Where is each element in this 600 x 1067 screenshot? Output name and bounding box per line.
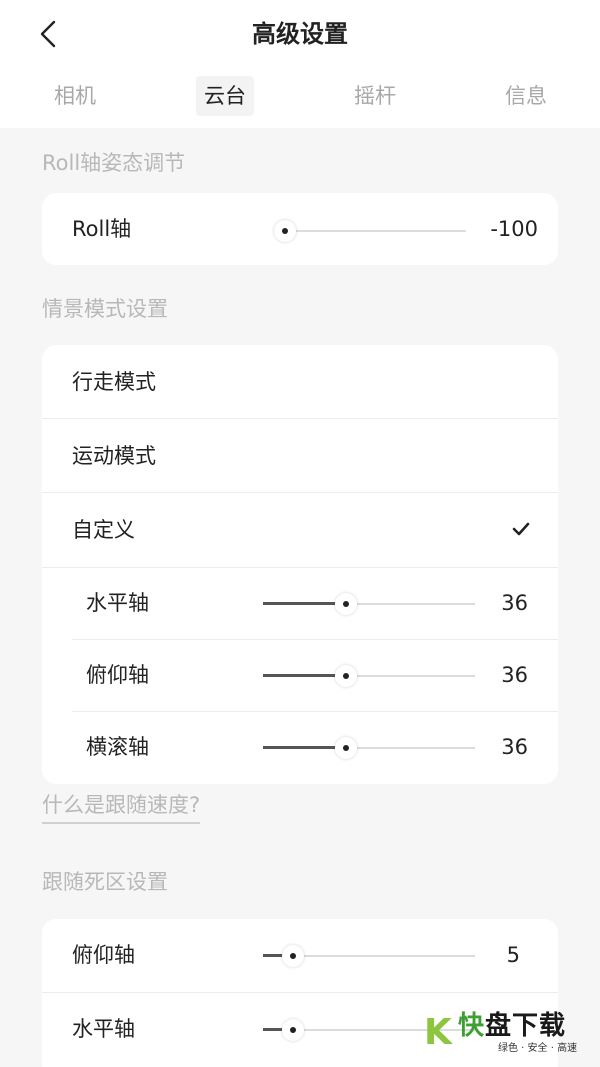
- roll-slider[interactable]: [274, 218, 466, 244]
- mode-walk-label: 行走模式: [72, 370, 156, 394]
- mode-walk-row[interactable]: 行走模式: [42, 345, 558, 418]
- watermark-brand-dark: 盘下载: [485, 1011, 567, 1041]
- mode-custom-label: 自定义: [72, 518, 135, 542]
- slider-fill: [263, 746, 345, 749]
- roll-value: -100: [490, 217, 538, 241]
- mode-sport-row[interactable]: 运动模式: [42, 419, 558, 493]
- speed-roll-slider[interactable]: [263, 735, 475, 761]
- deadzone-pan-label: 水平轴: [72, 1017, 135, 1041]
- tab-info[interactable]: 信息: [488, 76, 564, 116]
- slider-fill: [263, 602, 345, 605]
- roll-label: Roll轴: [72, 217, 132, 241]
- tab-camera[interactable]: 相机: [37, 76, 113, 116]
- speed-tilt-label: 俯仰轴: [86, 663, 149, 687]
- deadzone-tilt-value: 5: [506, 943, 520, 967]
- roll-card: Roll轴 -100: [42, 193, 558, 265]
- top-bar: 高级设置 相机 云台 摇杆 信息: [0, 0, 600, 128]
- speed-pan-slider[interactable]: [263, 591, 475, 617]
- scene-mode-card: 行走模式 运动模式 自定义 水平轴 36 俯仰轴 36 横滚轴 36: [42, 345, 558, 784]
- deadzone-tilt-label: 俯仰轴: [72, 943, 135, 967]
- tab-joystick[interactable]: 摇杆: [337, 76, 413, 116]
- speed-roll-value: 36: [501, 735, 528, 759]
- deadzone-slider-row: 俯仰轴 5: [42, 919, 558, 992]
- follow-speed-help-link[interactable]: 什么是跟随速度?: [42, 790, 201, 824]
- speed-slider-row: 俯仰轴 36: [42, 640, 558, 712]
- slider-thumb[interactable]: [335, 593, 358, 615]
- slider-thumb[interactable]: [274, 220, 296, 242]
- speed-pan-value: 36: [501, 591, 528, 615]
- speed-slider-row: 水平轴 36: [42, 568, 558, 640]
- slider-thumb[interactable]: [335, 665, 358, 687]
- watermark-brand: 快盘下载: [458, 1011, 566, 1041]
- slider-track: [274, 230, 466, 232]
- tab-bar: 相机 云台 摇杆 信息: [0, 76, 600, 116]
- tab-gimbal[interactable]: 云台: [196, 76, 254, 116]
- page-title: 高级设置: [252, 20, 348, 48]
- speed-tilt-value: 36: [501, 663, 528, 687]
- roll-section-title: Roll轴姿态调节: [42, 151, 186, 175]
- deadzone-section-title: 跟随死区设置: [42, 870, 168, 894]
- speed-slider-row: 横滚轴 36: [42, 712, 558, 784]
- checkmark-icon: [512, 522, 530, 536]
- slider-thumb[interactable]: [335, 737, 358, 759]
- watermark-brand-green: 快: [458, 1011, 486, 1041]
- watermark-tagline: 绿色 · 安全 · 高速: [498, 1043, 578, 1054]
- watermark-logo: K 快盘下载 绿色 · 安全 · 高速: [424, 1011, 592, 1057]
- scene-section-title: 情景模式设置: [42, 297, 168, 321]
- speed-pan-label: 水平轴: [86, 591, 149, 615]
- slider-thumb[interactable]: [282, 1019, 304, 1041]
- mode-sport-label: 运动模式: [72, 444, 156, 468]
- watermark-k-mark: K: [424, 1012, 452, 1053]
- speed-tilt-slider[interactable]: [263, 663, 475, 689]
- slider-thumb[interactable]: [282, 945, 304, 967]
- mode-custom-row[interactable]: 自定义: [42, 493, 558, 567]
- deadzone-tilt-slider[interactable]: [263, 943, 475, 969]
- slider-fill: [263, 674, 345, 677]
- speed-roll-label: 横滚轴: [86, 735, 149, 759]
